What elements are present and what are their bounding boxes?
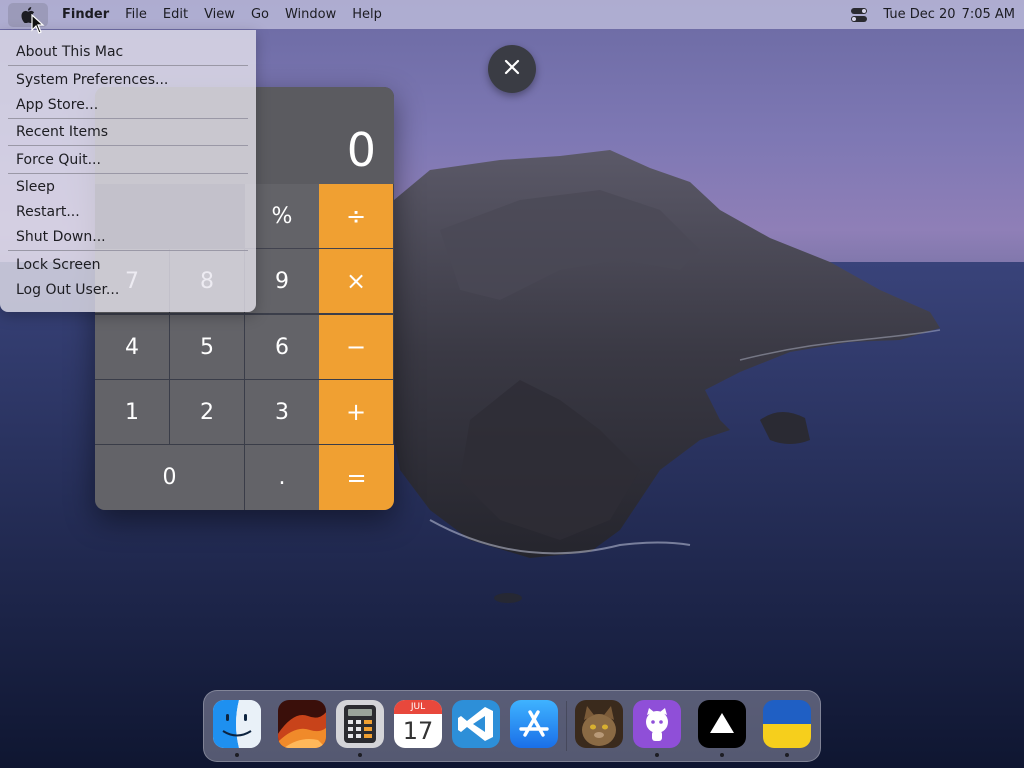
menu-separator <box>8 250 248 251</box>
four-key[interactable]: 4 <box>95 315 169 379</box>
menu-go[interactable]: Go <box>243 0 277 29</box>
multiply-key[interactable]: × <box>319 249 393 313</box>
calendar-day: 17 <box>402 717 434 745</box>
menu-item-system-preferences[interactable]: System Preferences... <box>16 70 168 90</box>
menu-view[interactable]: View <box>196 0 243 29</box>
menu-item-force-quit[interactable]: Force Quit... <box>16 150 101 170</box>
three-key[interactable]: 3 <box>245 380 319 444</box>
menu-file[interactable]: File <box>117 0 155 29</box>
menu-separator <box>8 65 248 66</box>
menu-separator <box>8 118 248 119</box>
divide-key[interactable]: ÷ <box>319 184 393 248</box>
menu-item-recent-items[interactable]: Recent Items <box>16 122 108 142</box>
two-key[interactable]: 2 <box>170 380 244 444</box>
menu-item-about-this-mac[interactable]: About This Mac <box>16 42 123 62</box>
menu-bar: Finder File Edit View Go Window Help Tue… <box>0 0 1024 29</box>
vercel-dock-icon[interactable] <box>698 700 746 748</box>
dock: JUL 17 <box>203 690 821 762</box>
ukraine-flag-dock-icon[interactable] <box>763 700 811 748</box>
calendar-month: JUL <box>394 700 442 714</box>
menu-item-app-store[interactable]: App Store... <box>16 95 98 115</box>
menu-item-lock-screen[interactable]: Lock Screen <box>16 255 101 275</box>
menu-item-log-out[interactable]: Log Out User... <box>16 280 119 300</box>
nine-key[interactable]: 9 <box>245 249 319 313</box>
mouse-pointer-icon <box>31 13 45 38</box>
menu-help[interactable]: Help <box>344 0 390 29</box>
menu-app-name[interactable]: Finder <box>54 0 117 29</box>
running-indicator <box>655 753 659 757</box>
one-key[interactable]: 1 <box>95 380 169 444</box>
percent-key[interactable]: % <box>245 184 319 248</box>
menu-window[interactable]: Window <box>277 0 344 29</box>
menu-item-shut-down[interactable]: Shut Down... <box>16 227 106 247</box>
wallpaper-app-dock-icon[interactable] <box>278 700 326 748</box>
finder-dock-icon[interactable] <box>213 700 261 748</box>
plus-key[interactable]: + <box>319 380 393 444</box>
menu-separator <box>8 173 248 174</box>
menubar-date[interactable]: Tue Dec 20 <box>883 7 955 22</box>
calendar-dock-icon[interactable]: JUL 17 <box>394 700 442 748</box>
vscode-dock-icon[interactable] <box>452 700 500 748</box>
dock-divider <box>566 701 567 751</box>
menu-separator <box>8 145 248 146</box>
cat-photo-dock-icon[interactable] <box>575 700 623 748</box>
running-indicator <box>235 753 239 757</box>
running-indicator <box>358 753 362 757</box>
running-indicator <box>785 753 789 757</box>
close-icon <box>504 59 520 79</box>
apple-menu-dropdown: About This Mac System Preferences... App… <box>0 30 256 312</box>
github-dock-icon[interactable] <box>633 700 681 748</box>
menu-item-restart[interactable]: Restart... <box>16 202 80 222</box>
decimal-key[interactable]: . <box>245 445 319 510</box>
control-center-icon[interactable] <box>851 7 869 22</box>
app-store-dock-icon[interactable] <box>510 700 558 748</box>
menu-item-sleep[interactable]: Sleep <box>16 177 55 197</box>
equals-key[interactable]: = <box>319 445 394 510</box>
menubar-time[interactable]: 7:05 AM <box>962 7 1015 22</box>
menu-edit[interactable]: Edit <box>155 0 196 29</box>
minus-key[interactable]: − <box>319 315 393 379</box>
calculator-dock-icon[interactable] <box>336 700 384 748</box>
running-indicator <box>720 753 724 757</box>
five-key[interactable]: 5 <box>170 315 244 379</box>
zero-key[interactable]: 0 <box>95 445 244 510</box>
six-key[interactable]: 6 <box>245 315 319 379</box>
close-button[interactable] <box>488 45 536 93</box>
